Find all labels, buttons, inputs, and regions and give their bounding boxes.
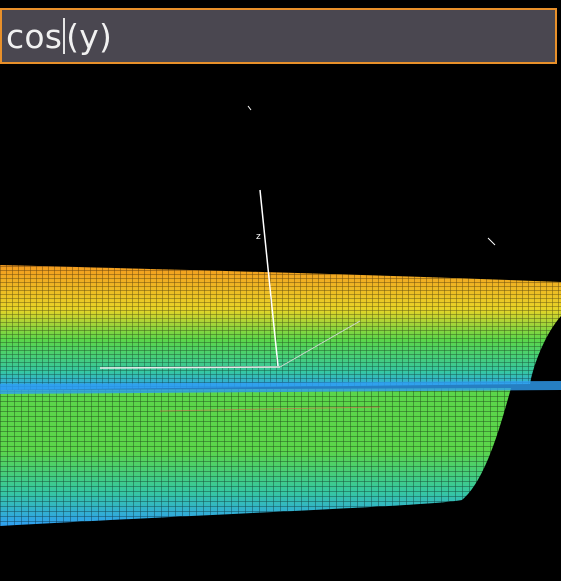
expression-text-after-caret: (y) [66,16,113,56]
axis-x-line [99,366,281,369]
axis-z-label: z [256,232,261,242]
axis-tick-mark-2 [487,237,496,246]
surface-upper-mesh [0,265,561,390]
expression-text[interactable]: cos (y) [6,17,112,56]
graph-app: cos (y) z [0,0,561,581]
axis-tick-mark-1 [247,105,252,111]
expression-input[interactable]: cos (y) [0,8,557,64]
surface-lower-mesh [0,388,511,526]
surface-back-layer [0,265,561,526]
plot-3d-viewport[interactable]: z [0,66,561,581]
text-caret [63,18,66,54]
expression-text-before-caret: cos [6,16,63,56]
plot-canvas[interactable]: z [0,66,561,581]
